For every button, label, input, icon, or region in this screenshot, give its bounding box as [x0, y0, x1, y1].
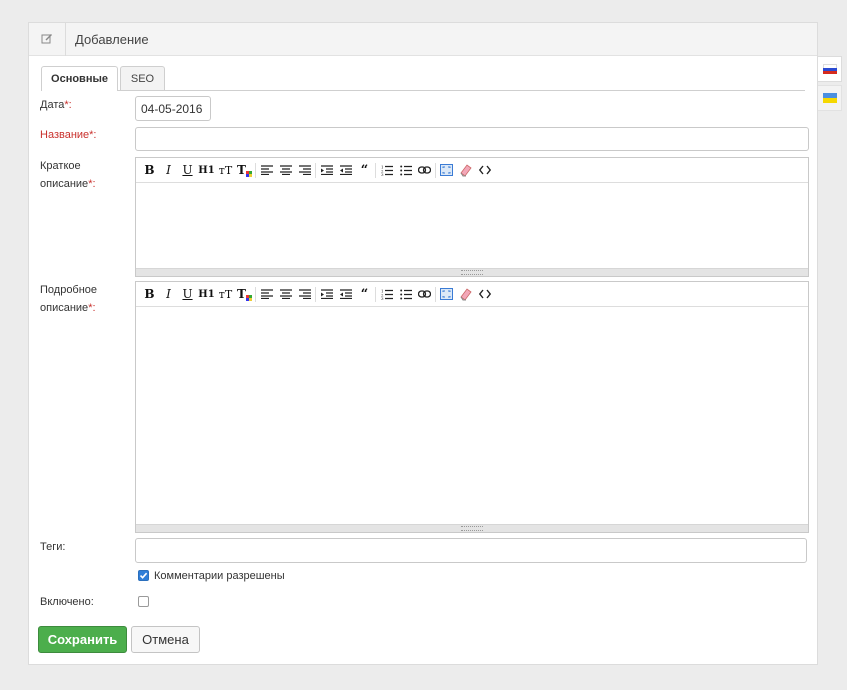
short-desc-label-line1: Краткое: [40, 160, 81, 172]
align-left-icon[interactable]: [257, 285, 276, 303]
outdent-icon[interactable]: [336, 161, 355, 179]
full-desc-label-line2: описание: [40, 302, 89, 314]
flag-ua-icon: [822, 93, 837, 103]
tab-seo[interactable]: SEO: [120, 66, 165, 90]
short-desc-toolbar: B I U H1 тT T “ 123: [136, 158, 808, 183]
name-label: Название*:: [40, 126, 97, 144]
full-desc-editor: B I U H1 тT T “ 123: [135, 281, 809, 533]
link-icon[interactable]: [415, 161, 434, 179]
toolbar-separator: [375, 286, 376, 302]
short-desc-label-line2: описание: [40, 178, 89, 190]
toolbar-separator: [315, 286, 316, 302]
eraser-icon[interactable]: [456, 161, 475, 179]
toolbar-separator: [435, 286, 436, 302]
underline-icon[interactable]: U: [178, 285, 197, 303]
bold-icon[interactable]: B: [140, 285, 159, 303]
ordered-list-icon[interactable]: 123: [377, 285, 396, 303]
name-input[interactable]: [135, 127, 809, 151]
svg-text:T: T: [237, 163, 246, 177]
toolbar-separator: [375, 162, 376, 178]
grip-icon: [461, 526, 483, 531]
full-desc-label-line1: Подробное: [40, 284, 98, 296]
italic-icon[interactable]: I: [159, 285, 178, 303]
eraser-icon[interactable]: [456, 285, 475, 303]
heading-icon[interactable]: H1: [197, 285, 216, 303]
language-tab-ru[interactable]: [818, 56, 842, 82]
align-center-icon[interactable]: [276, 285, 295, 303]
indent-icon[interactable]: [317, 285, 336, 303]
short-desc-label: Краткое описание*:: [40, 157, 96, 193]
grip-icon: [461, 270, 483, 275]
toolbar-separator: [435, 162, 436, 178]
quote-icon[interactable]: “: [355, 285, 374, 303]
font-size-icon[interactable]: тT: [216, 161, 235, 179]
tags-input[interactable]: [135, 538, 807, 563]
full-desc-label: Подробное описание*:: [40, 281, 97, 317]
save-button[interactable]: Сохранить: [38, 626, 127, 653]
panel-title: Добавление: [75, 31, 149, 47]
enabled-label: Включено:: [40, 596, 94, 608]
date-input[interactable]: 04-05-2016: [135, 96, 211, 121]
short-desc-resize-handle[interactable]: [136, 268, 808, 276]
name-label-text: Название: [40, 129, 90, 141]
outdent-icon[interactable]: [336, 285, 355, 303]
language-tab-ua[interactable]: [818, 85, 842, 111]
cancel-button[interactable]: Отмена: [131, 626, 200, 653]
edit-icon: [29, 22, 66, 56]
align-left-icon[interactable]: [257, 161, 276, 179]
flag-ru-icon: [822, 64, 837, 74]
text-color-icon[interactable]: T: [235, 161, 254, 179]
fullscreen-icon[interactable]: [437, 161, 456, 179]
code-icon[interactable]: [475, 285, 494, 303]
required-mark: *:: [89, 129, 97, 141]
check-icon: [139, 572, 148, 579]
toolbar-separator: [255, 162, 256, 178]
comments-checkbox[interactable]: [138, 570, 149, 581]
full-desc-textarea[interactable]: [136, 307, 808, 524]
unordered-list-icon[interactable]: [396, 285, 415, 303]
indent-icon[interactable]: [317, 161, 336, 179]
bold-icon[interactable]: B: [140, 161, 159, 179]
short-desc-textarea[interactable]: [136, 183, 808, 268]
ordered-list-icon[interactable]: 123: [377, 161, 396, 179]
tab-bar: Основные SEO: [41, 66, 805, 91]
italic-icon[interactable]: I: [159, 161, 178, 179]
tab-main[interactable]: Основные: [41, 66, 118, 91]
svg-text:T: T: [237, 287, 246, 301]
align-center-icon[interactable]: [276, 161, 295, 179]
panel-header: Добавление: [29, 22, 817, 56]
short-desc-editor: B I U H1 тT T “ 123: [135, 157, 809, 277]
required-mark: *:: [64, 99, 72, 111]
toolbar-separator: [315, 162, 316, 178]
heading-icon[interactable]: H1: [197, 161, 216, 179]
required-mark: *:: [88, 178, 96, 190]
date-label-text: Дата: [40, 99, 65, 111]
toolbar-separator: [255, 286, 256, 302]
form-panel: Добавление Основные SEO Дата*: 04-05-201…: [28, 22, 818, 665]
align-right-icon[interactable]: [295, 285, 314, 303]
tags-label: Теги:: [40, 541, 66, 553]
full-desc-resize-handle[interactable]: [136, 524, 808, 532]
fullscreen-icon[interactable]: [437, 285, 456, 303]
date-label: Дата*:: [40, 96, 72, 114]
text-color-icon[interactable]: T: [235, 285, 254, 303]
unordered-list-icon[interactable]: [396, 161, 415, 179]
required-mark: *:: [88, 302, 96, 314]
svg-text:3: 3: [381, 296, 384, 300]
full-desc-toolbar: B I U H1 тT T “ 123: [136, 282, 808, 307]
code-icon[interactable]: [475, 161, 494, 179]
link-icon[interactable]: [415, 285, 434, 303]
align-right-icon[interactable]: [295, 161, 314, 179]
svg-text:3: 3: [381, 172, 384, 176]
enabled-checkbox[interactable]: [138, 596, 149, 607]
font-size-icon[interactable]: тT: [216, 285, 235, 303]
comments-label: Комментарии разрешены: [154, 570, 285, 582]
quote-icon[interactable]: “: [355, 161, 374, 179]
underline-icon[interactable]: U: [178, 161, 197, 179]
